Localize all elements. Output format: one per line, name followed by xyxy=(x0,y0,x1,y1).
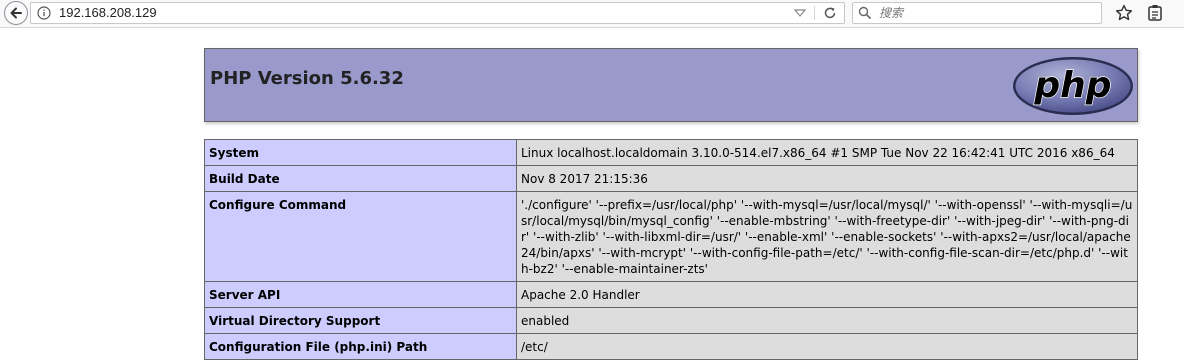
search-input[interactable]: 搜索 xyxy=(879,5,903,21)
table-row: Configuration File (php.ini) Path /etc/ xyxy=(204,333,1138,360)
url-text[interactable]: 192.168.208.129 xyxy=(59,5,157,21)
info-value: Apache 2.0 Handler xyxy=(516,281,1138,308)
page-title: PHP Version 5.6.32 xyxy=(210,68,404,89)
info-key: Configuration File (php.ini) Path xyxy=(204,333,517,360)
browser-toolbar: 192.168.208.129 搜索 xyxy=(0,0,1184,28)
info-key: Server API xyxy=(204,281,517,308)
search-icon xyxy=(858,6,872,20)
table-row: System Linux localhost.localdomain 3.10.… xyxy=(204,139,1138,166)
info-key: Configure Command xyxy=(204,191,517,282)
info-key: System xyxy=(204,139,517,166)
back-button[interactable] xyxy=(4,1,28,25)
php-logo[interactable]: php xyxy=(1011,55,1135,117)
search-bar[interactable]: 搜索 xyxy=(852,2,1102,24)
php-version-header: PHP Version 5.6.32 php xyxy=(204,48,1138,122)
url-separator xyxy=(814,6,815,20)
bookmark-star-icon[interactable] xyxy=(1115,4,1133,22)
php-info-table: System Linux localhost.localdomain 3.10.… xyxy=(204,139,1138,360)
table-row: Build Date Nov 8 2017 21:15:36 xyxy=(204,165,1138,192)
reload-icon[interactable] xyxy=(823,6,837,20)
info-value: './configure' '--prefix=/usr/local/php' … xyxy=(516,191,1138,282)
back-arrow-icon xyxy=(10,7,22,19)
php-logo-text: php xyxy=(1033,65,1111,106)
site-info-icon[interactable] xyxy=(37,6,51,20)
table-row: Server API Apache 2.0 Handler xyxy=(204,281,1138,308)
info-value: enabled xyxy=(516,307,1138,334)
table-row: Virtual Directory Support enabled xyxy=(204,307,1138,334)
info-value: /etc/ xyxy=(516,333,1138,360)
info-value: Nov 8 2017 21:15:36 xyxy=(516,165,1138,192)
url-dropdown-icon[interactable] xyxy=(794,8,806,18)
info-key: Build Date xyxy=(204,165,517,192)
table-row: Configure Command './configure' '--prefi… xyxy=(204,191,1138,282)
info-key: Virtual Directory Support xyxy=(204,307,517,334)
info-value: Linux localhost.localdomain 3.10.0-514.e… xyxy=(516,139,1138,166)
reading-list-icon[interactable] xyxy=(1147,4,1163,22)
address-bar[interactable]: 192.168.208.129 xyxy=(30,2,845,24)
